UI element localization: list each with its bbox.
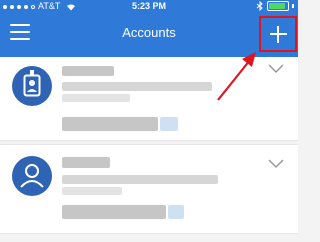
blurred-account-code [160, 117, 178, 131]
person-icon [20, 164, 44, 188]
blurred-account-detail [62, 82, 212, 91]
blurred-account-name [62, 66, 114, 76]
add-account-button[interactable] [259, 16, 297, 52]
account-avatar [12, 66, 52, 106]
blurred-account-name [62, 157, 110, 168]
status-right [256, 1, 294, 11]
accounts-list [0, 57, 298, 242]
page-title: Accounts [122, 25, 176, 40]
account-card[interactable] [0, 57, 298, 141]
id-badge-icon [23, 70, 41, 97]
chevron-down-icon[interactable] [268, 159, 284, 169]
account-avatar [12, 156, 52, 196]
battery-nub [292, 4, 294, 8]
blurred-account-detail [62, 175, 218, 184]
blurred-account-code [168, 205, 184, 219]
blurred-account-code [62, 117, 158, 131]
battery-icon [267, 1, 289, 11]
status-bar: AT&T 5:23 PM [0, 0, 298, 13]
nav-bar: Accounts [0, 13, 298, 57]
blurred-account-detail [62, 187, 122, 195]
blurred-account-detail [62, 94, 130, 102]
app-header: AT&T 5:23 PM Accounts [0, 0, 298, 57]
plus-icon [277, 26, 279, 43]
status-time: 5:23 PM [131, 1, 166, 11]
bluetooth-icon [256, 1, 263, 11]
chevron-down-icon[interactable] [268, 64, 284, 74]
battery-level [269, 3, 285, 9]
blurred-account-code [62, 205, 166, 219]
account-card[interactable] [0, 144, 298, 234]
